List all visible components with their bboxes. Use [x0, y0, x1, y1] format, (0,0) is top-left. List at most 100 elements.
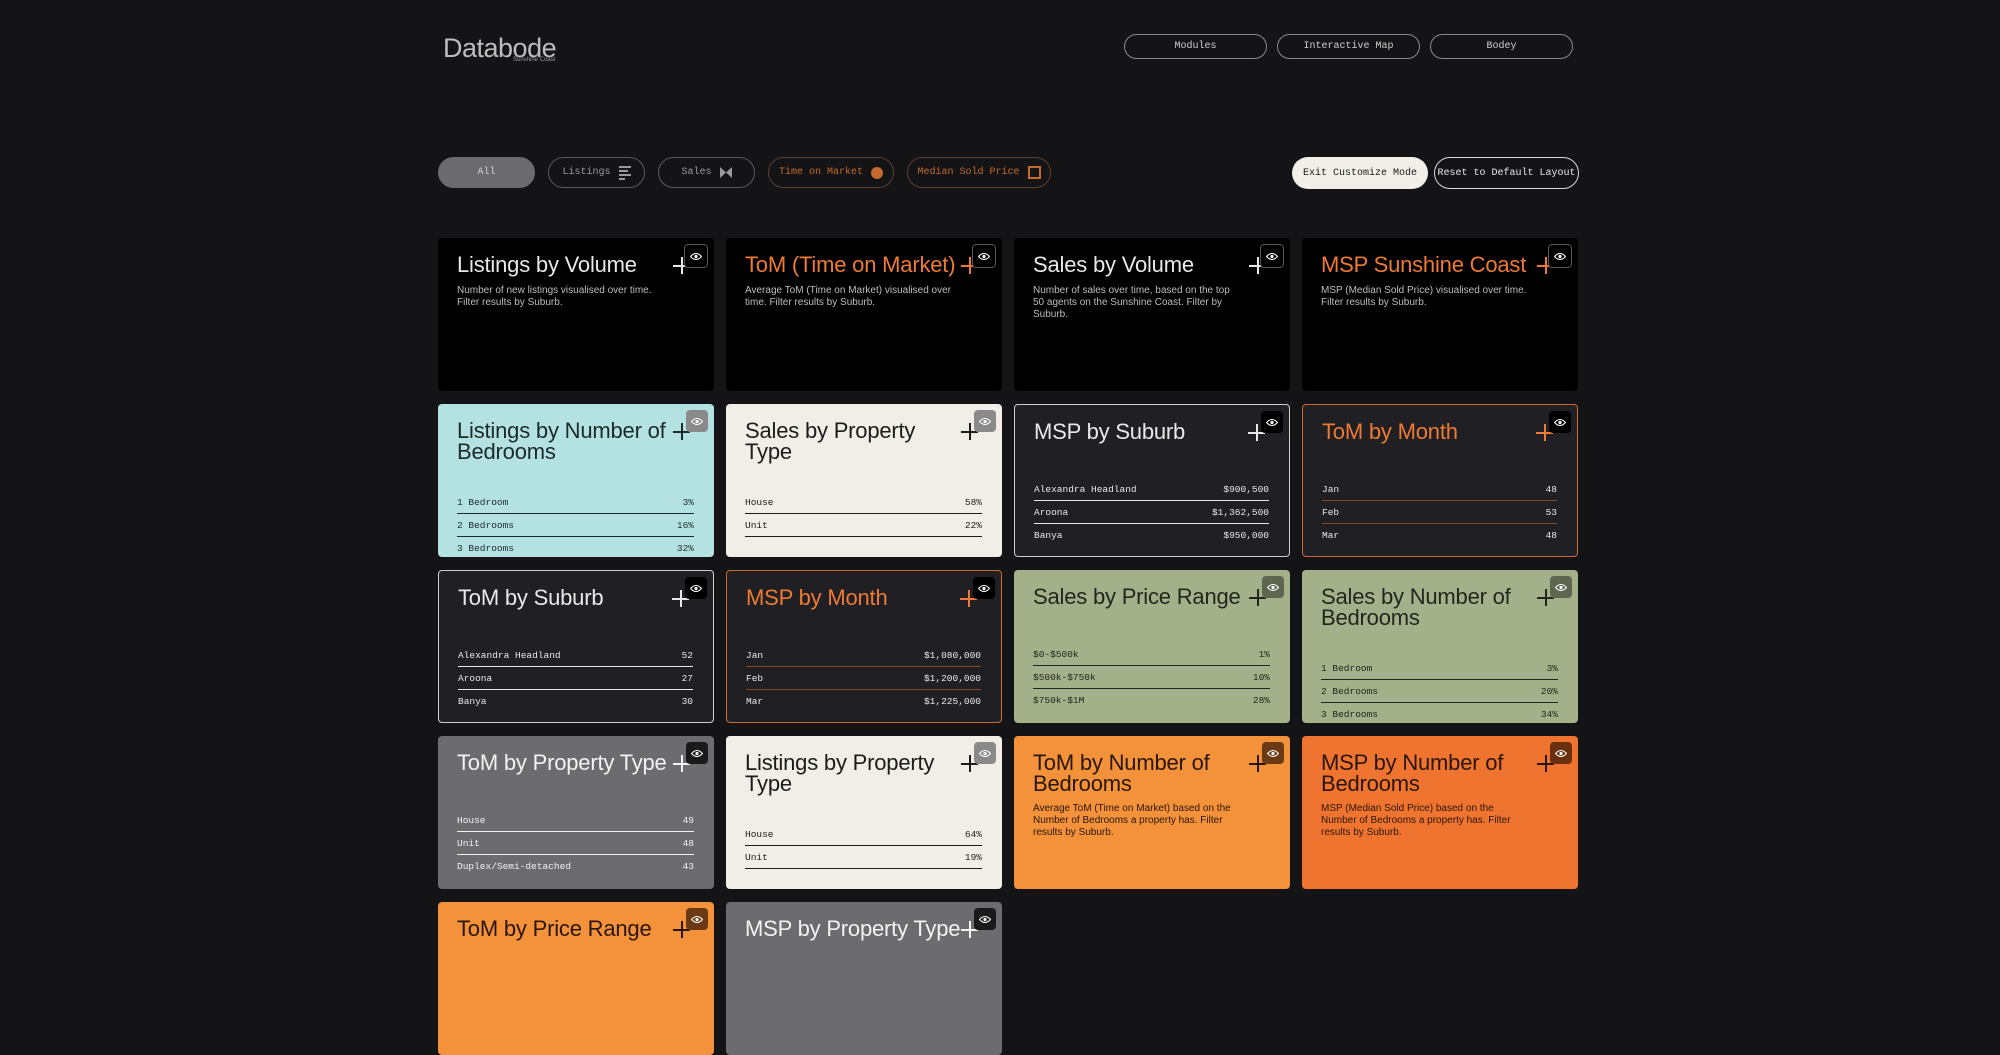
module-card-tom-suburb[interactable]: ToM by Suburb Alexandra Headland 52 Aroon… — [438, 570, 714, 723]
eye-icon[interactable] — [1549, 411, 1571, 433]
filter-listings-label: Listings — [562, 167, 611, 178]
eye-icon[interactable] — [1262, 742, 1284, 764]
data-list: House 64% Unit 19% — [745, 823, 982, 869]
card-title: ToM by Suburb — [458, 585, 604, 610]
row-label: $0-$500k — [1033, 648, 1079, 660]
reset-layout-button[interactable]: Reset to Default Layout — [1434, 157, 1579, 189]
filter-msp-label: Median Sold Price — [917, 167, 1020, 178]
row-label: Jan — [1322, 483, 1340, 495]
eye-icon[interactable] — [1548, 244, 1572, 268]
eye-icon[interactable] — [685, 577, 707, 599]
eye-icon[interactable] — [1550, 742, 1572, 764]
row-label: Aroona — [458, 672, 493, 684]
module-card-msp-suburb[interactable]: MSP by Suburb Alexandra Headland $900,500… — [1014, 404, 1290, 557]
card-title: Sales by Volume — [1033, 252, 1194, 277]
row-label: Duplex/Semi-detached — [457, 861, 572, 872]
module-card-sales-property-type[interactable]: Sales by Property Type House 58% Unit 22% — [726, 404, 1002, 557]
eye-icon[interactable] — [1550, 576, 1572, 598]
row-value: 3% — [1546, 662, 1558, 674]
eye-icon[interactable] — [1262, 576, 1284, 598]
eye-icon[interactable] — [974, 410, 996, 432]
list-item: Banya 30 — [458, 690, 693, 713]
filter-sales-button[interactable]: Sales — [658, 157, 755, 188]
list-item: Unit 48 — [457, 832, 694, 855]
eye-icon[interactable] — [1260, 244, 1284, 268]
filter-listings-button[interactable]: Listings — [548, 157, 645, 188]
list-item: House 58% — [745, 491, 982, 514]
module-card-tom[interactable]: ToM (Time on Market) Average ToM (Time o… — [726, 238, 1002, 391]
module-card-listings-property-type[interactable]: Listings by Property Type House 64% Unit 1… — [726, 736, 1002, 889]
list-item: $500k-$750k 10% — [1033, 666, 1270, 689]
eye-icon[interactable] — [973, 577, 995, 599]
row-label: 3 Bedrooms — [457, 543, 515, 554]
row-label: Feb — [1322, 506, 1340, 518]
row-value: 16% — [676, 519, 694, 531]
data-list: Jan 48 Feb 53 Mar 48 — [1322, 478, 1557, 547]
row-value: 43 — [682, 861, 694, 872]
eye-icon[interactable] — [686, 742, 708, 764]
nav-interactive-map-button[interactable]: Interactive Map — [1277, 34, 1420, 59]
list-item: Unit 22% — [745, 514, 982, 537]
row-label: Feb — [746, 672, 764, 684]
row-value: 64% — [964, 828, 982, 840]
row-label: House — [457, 814, 486, 826]
filter-all-button[interactable]: All — [438, 157, 535, 188]
data-list: Alexandra Headland 52 Aroona 27 Banya 30 — [458, 644, 693, 713]
card-title: ToM (Time on Market) — [745, 252, 956, 277]
bars-icon — [618, 165, 631, 180]
row-value: $950,000 — [1223, 530, 1269, 541]
module-card-msp-sunshine-coast[interactable]: MSP Sunshine Coast MSP (Median Sold Pric… — [1302, 238, 1578, 391]
list-item: Alexandra Headland $900,500 — [1034, 478, 1269, 501]
bowtie-icon — [719, 167, 732, 178]
card-title: Listings by Property Type — [745, 750, 935, 796]
card-title: Listings by Volume — [457, 252, 637, 277]
eye-icon[interactable] — [684, 244, 708, 268]
eye-icon[interactable] — [686, 410, 708, 432]
module-card-tom-price-range[interactable]: ToM by Price Range — [438, 902, 714, 1055]
filter-msp-button[interactable]: Median Sold Price — [907, 157, 1051, 188]
eye-icon[interactable] — [974, 742, 996, 764]
eye-icon[interactable] — [686, 908, 708, 930]
eye-icon[interactable] — [1261, 411, 1283, 433]
eye-icon[interactable] — [972, 244, 996, 268]
filter-tom-label: Time on Market — [778, 167, 863, 178]
row-label: Jan — [746, 649, 764, 661]
row-label: Unit — [745, 519, 768, 531]
module-card-sales-price-range[interactable]: Sales by Price Range $0-$500k 1% $500k-$7… — [1014, 570, 1290, 723]
module-card-msp-bedrooms[interactable]: MSP by Number of Bedrooms MSP (Median So… — [1302, 736, 1578, 889]
list-item: Mar 48 — [1322, 524, 1557, 547]
row-value: 49 — [682, 814, 694, 826]
exit-customize-button[interactable]: Exit Customize Mode — [1292, 157, 1428, 189]
module-card-tom-month[interactable]: ToM by Month Jan 48 Feb 53 Mar 48 — [1302, 404, 1578, 557]
module-card-listings-volume[interactable]: Listings by Volume Number of new listing… — [438, 238, 714, 391]
row-label: Alexandra Headland — [458, 649, 561, 661]
module-card-msp-property-type[interactable]: MSP by Property Type — [726, 902, 1002, 1055]
row-label: House — [745, 828, 774, 840]
module-card-msp-month[interactable]: MSP by Month Jan $1,080,000 Feb $1,200,000… — [726, 570, 1002, 723]
row-label: Unit — [745, 851, 768, 863]
module-card-listings-bedrooms[interactable]: Listings by Number of Bedrooms 1 Bedroom… — [438, 404, 714, 557]
module-grid: Listings by Volume Number of new listing… — [438, 238, 1578, 1055]
row-value: $1,225,000 — [923, 696, 981, 707]
filter-tom-button[interactable]: Time on Market — [768, 157, 894, 188]
row-label: 1 Bedroom — [457, 496, 509, 508]
row-value: $1,080,000 — [923, 649, 981, 661]
module-card-tom-property-type[interactable]: ToM by Property Type House 49 Unit 48 Dupl… — [438, 736, 714, 889]
module-card-tom-bedrooms[interactable]: ToM by Number of Bedrooms Average ToM (T… — [1014, 736, 1290, 889]
logo-subtitle: Sunshine Coast — [513, 57, 556, 63]
eye-icon[interactable] — [974, 908, 996, 930]
card-title: MSP Sunshine Coast — [1321, 252, 1527, 277]
card-title: MSP by Suburb — [1034, 419, 1186, 444]
nav-modules-button[interactable]: Modules — [1124, 34, 1267, 59]
row-label: 1 Bedroom — [1321, 662, 1373, 674]
logo[interactable]: Databode Sunshine Coast — [443, 33, 557, 63]
module-card-sales-bedrooms[interactable]: Sales by Number of Bedrooms 1 Bedroom 3% … — [1302, 570, 1578, 723]
card-description: Average ToM (Time on Market) based on th… — [1033, 803, 1231, 838]
module-card-sales-volume[interactable]: Sales by Volume Number of sales over tim… — [1014, 238, 1290, 391]
square-icon — [1027, 166, 1041, 179]
row-label: $750k-$1M — [1033, 695, 1085, 706]
row-label: Aroona — [1034, 506, 1069, 518]
card-title: MSP by Property Type — [745, 916, 961, 941]
card-title: ToM by Number of Bedrooms — [1033, 750, 1210, 796]
nav-bodey-button[interactable]: Bodey — [1430, 34, 1573, 59]
